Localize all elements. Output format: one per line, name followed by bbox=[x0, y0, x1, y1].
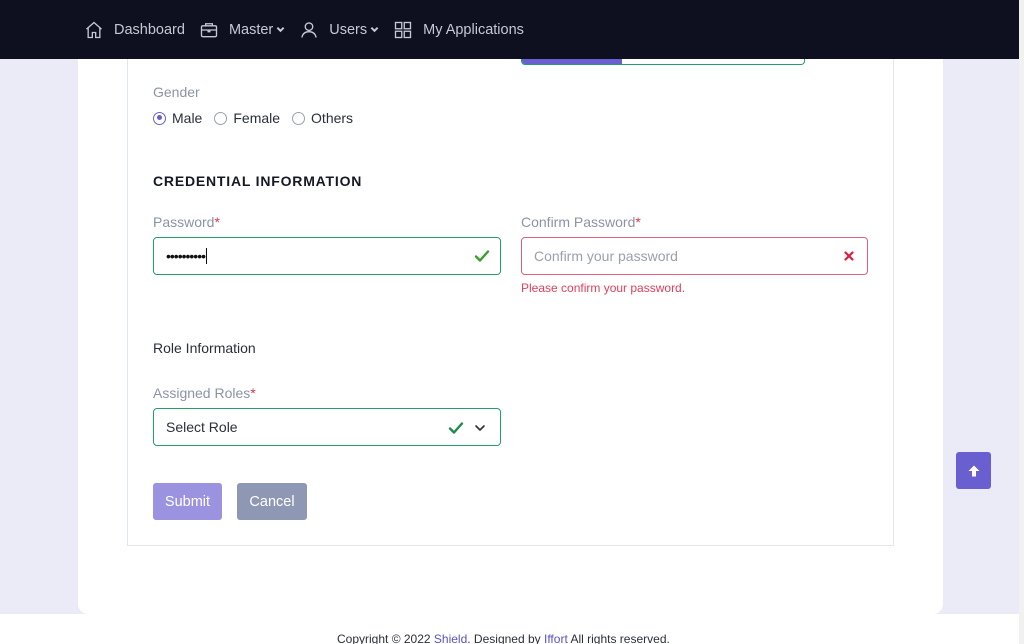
gender-radio-group: Male Female Others bbox=[153, 110, 365, 126]
gender-option-label: Male bbox=[172, 110, 203, 126]
chevron-down-icon bbox=[370, 26, 379, 33]
gender-option-label: Female bbox=[233, 110, 281, 126]
confirm-password-label-text: Confirm Password bbox=[521, 214, 636, 230]
footer: Copyright © 2022 Shield. Designed by Iff… bbox=[0, 614, 1019, 644]
footer-suffix: All rights reserved. bbox=[567, 632, 670, 644]
valid-check-icon bbox=[448, 422, 464, 434]
footer-middle: . Designed by bbox=[467, 632, 544, 644]
home-icon bbox=[86, 21, 102, 38]
user-icon bbox=[301, 21, 318, 38]
valid-check-icon bbox=[474, 250, 490, 262]
password-value: •••••••••• bbox=[166, 248, 206, 264]
nav-item-dashboard[interactable]: Dashboard bbox=[84, 20, 185, 40]
page-scrollbar[interactable] bbox=[1019, 0, 1024, 644]
grid-icon bbox=[394, 21, 412, 38]
gender-radio-female[interactable] bbox=[214, 111, 228, 125]
nav-item-label: Users bbox=[329, 21, 368, 38]
nav-item-my-applications[interactable]: My Applications bbox=[393, 20, 524, 40]
scroll-to-top-button[interactable] bbox=[956, 452, 991, 489]
gender-label: Gender bbox=[153, 84, 200, 100]
assigned-roles-value: Select Role bbox=[166, 419, 238, 435]
submit-button[interactable]: Submit bbox=[153, 483, 222, 520]
assigned-roles-select[interactable]: Select Role bbox=[153, 408, 501, 446]
assigned-roles-label-text: Assigned Roles bbox=[153, 385, 251, 401]
confirm-password-error: Please confirm your password. bbox=[521, 281, 686, 295]
text-caret bbox=[206, 248, 208, 264]
arrow-up-icon bbox=[968, 465, 979, 476]
confirm-password-label: Confirm Password* bbox=[521, 214, 641, 230]
nav-item-label: Dashboard bbox=[114, 21, 185, 38]
cancel-button[interactable]: Cancel bbox=[237, 483, 307, 520]
nav-item-label: Master bbox=[228, 21, 274, 38]
footer-designer-link[interactable]: Iffort bbox=[544, 632, 568, 644]
nav-item-users[interactable]: Users bbox=[299, 20, 379, 40]
required-mark: * bbox=[250, 385, 256, 401]
confirm-password-placeholder: Confirm your password bbox=[534, 248, 678, 264]
error-x-icon bbox=[844, 251, 854, 261]
chevron-down-icon bbox=[475, 425, 485, 432]
required-mark: * bbox=[635, 214, 641, 230]
assigned-roles-label: Assigned Roles* bbox=[153, 385, 256, 401]
password-label-text: Password bbox=[153, 214, 215, 230]
nav-item-master[interactable]: Master bbox=[199, 20, 285, 40]
briefcase-icon bbox=[200, 22, 218, 37]
chevron-down-icon bbox=[276, 26, 285, 33]
credential-section-title: CREDENTIAL INFORMATION bbox=[153, 173, 363, 189]
top-navbar: Dashboard Master Users My Applications bbox=[0, 0, 1019, 59]
gender-radio-male[interactable] bbox=[153, 111, 166, 125]
password-label: Password* bbox=[153, 214, 220, 230]
password-field[interactable]: •••••••••• bbox=[153, 237, 501, 275]
nav-item-label: My Applications bbox=[423, 21, 524, 38]
role-section-title: Role Information bbox=[153, 340, 256, 356]
footer-prefix: Copyright © 2022 bbox=[337, 632, 434, 644]
required-mark: * bbox=[214, 214, 220, 230]
gender-radio-others[interactable] bbox=[292, 111, 306, 125]
confirm-password-field[interactable]: Confirm your password bbox=[521, 237, 868, 275]
footer-copyright: Copyright © 2022 Shield. Designed by Iff… bbox=[337, 632, 670, 644]
gender-option-label: Others bbox=[311, 110, 354, 126]
footer-brand-link[interactable]: Shield bbox=[434, 632, 467, 644]
